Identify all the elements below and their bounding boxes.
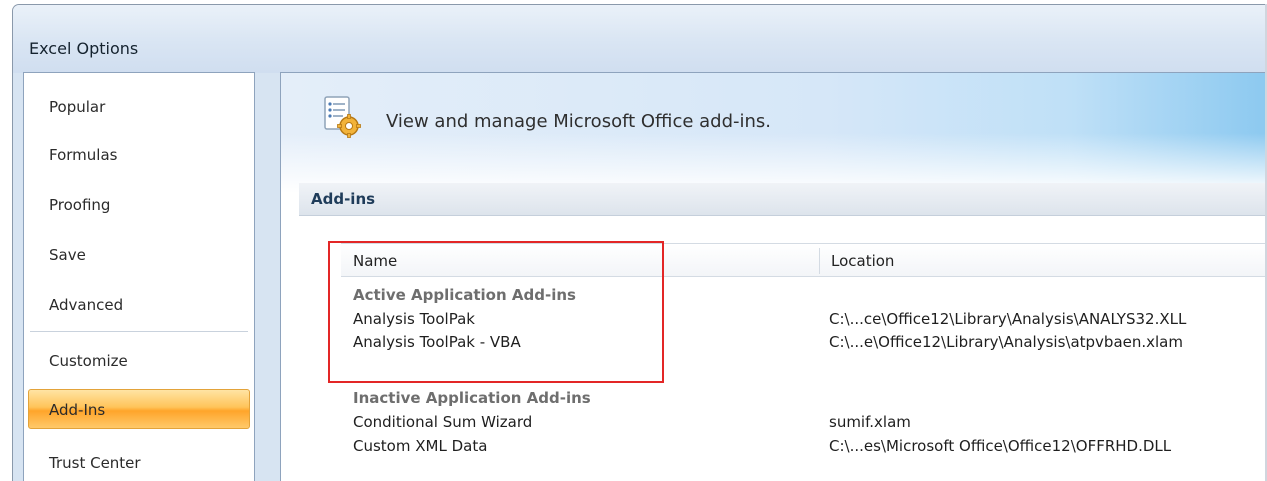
sidebar-divider xyxy=(30,331,248,332)
table-row-name[interactable]: Custom XML Data xyxy=(353,434,487,458)
sidebar-item-proofing[interactable]: Proofing xyxy=(24,185,254,225)
sidebar-item-popular[interactable]: Popular xyxy=(24,87,254,127)
window-title: Excel Options xyxy=(29,39,139,58)
column-separator[interactable] xyxy=(819,248,820,274)
table-row-name[interactable]: Conditional Sum Wizard xyxy=(353,410,532,434)
section-title-add-ins: Add-ins xyxy=(299,183,1267,216)
sidebar-item-advanced[interactable]: Advanced xyxy=(24,285,254,325)
sidebar-item-customize[interactable]: Customize xyxy=(24,341,254,381)
table-row-location[interactable]: C:\...e\Office12\Library\Analysis\atpvba… xyxy=(829,330,1183,354)
sidebar-item-add-ins[interactable]: Add-Ins xyxy=(28,389,250,429)
table-row-location[interactable]: C:\...es\Microsoft Office\Office12\OFFRH… xyxy=(829,434,1171,458)
sidebar-item-trust-center[interactable]: Trust Center xyxy=(24,443,254,481)
table-row-location[interactable]: C:\...ce\Office12\Library\Analysis\ANALY… xyxy=(829,307,1186,331)
addins-gear-icon xyxy=(324,96,361,138)
column-header-location[interactable]: Location xyxy=(831,244,894,278)
banner-description: View and manage Microsoft Office add-ins… xyxy=(386,111,772,132)
highlight-annotation-box xyxy=(328,241,664,383)
group-title-inactive: Inactive Application Add-ins xyxy=(353,389,591,407)
options-sidebar: Popular Formulas Proofing Save Advanced … xyxy=(23,72,255,481)
table-row-location[interactable]: sumif.xlam xyxy=(829,410,911,434)
sidebar-item-save[interactable]: Save xyxy=(24,235,254,275)
panel-banner: View and manage Microsoft Office add-ins… xyxy=(281,73,1267,193)
sidebar-item-formulas[interactable]: Formulas xyxy=(24,135,254,175)
title-bar[interactable]: Excel Options xyxy=(13,5,1267,73)
